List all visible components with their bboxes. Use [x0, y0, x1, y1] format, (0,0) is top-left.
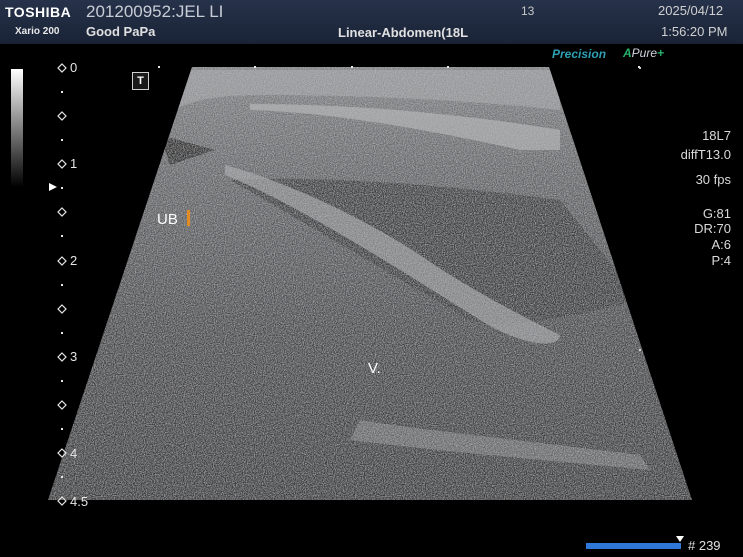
text-cursor: [187, 210, 190, 226]
p-value: P:4: [711, 253, 731, 268]
ultrasound-image: [48, 66, 692, 500]
cine-position-marker[interactable]: [676, 536, 684, 542]
depth-label-1: 1: [70, 156, 78, 171]
annotation-v: V.: [368, 360, 381, 377]
orientation-marker: T: [132, 72, 149, 90]
depth-label-0: 0: [70, 60, 78, 75]
frame-rate: 30 fps: [695, 172, 731, 187]
apure-plus: +: [657, 46, 665, 60]
image-field: [48, 67, 692, 500]
probe-name: 18L7: [702, 128, 731, 143]
gain-value: G:81: [702, 206, 731, 221]
diff-freq: diffT13.0: [680, 147, 731, 162]
a-value: A:6: [711, 237, 731, 252]
apure-a: A: [623, 46, 632, 60]
apure-mode: APure+: [623, 46, 664, 60]
apure-pure: Pure: [631, 46, 658, 60]
depth-label-4: 4: [70, 446, 78, 461]
precision-mode: Precision: [552, 47, 607, 61]
annotation-ub: UB: [157, 211, 178, 228]
depth-label-4-5: 4.5: [70, 494, 89, 509]
depth-label-3: 3: [70, 349, 78, 364]
cine-progress-bar[interactable]: [586, 543, 681, 549]
cine-frame-count: # 239: [688, 538, 721, 553]
depth-label-2: 2: [70, 253, 78, 268]
dynamic-range-value: DR:70: [694, 221, 731, 236]
depth-scale: [57, 63, 67, 506]
right-ticks: [639, 67, 641, 351]
